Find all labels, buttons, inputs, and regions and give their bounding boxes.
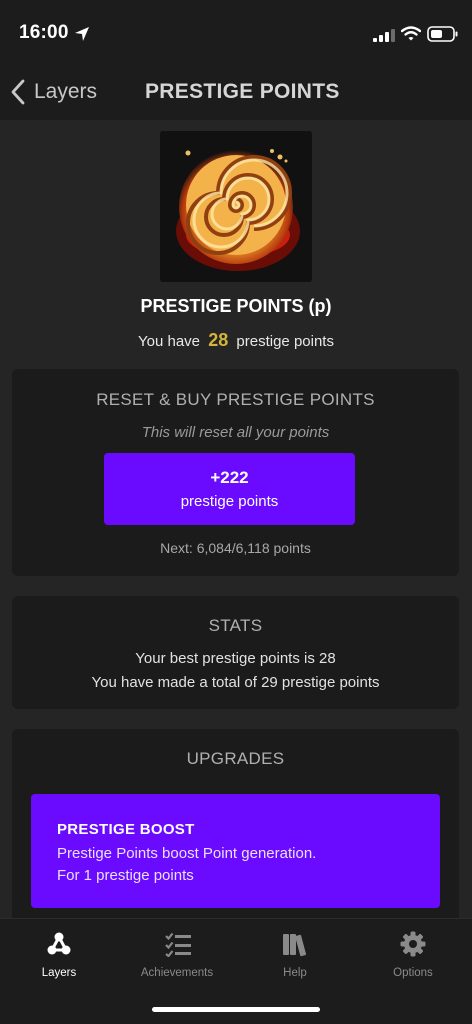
wifi-icon bbox=[401, 26, 421, 41]
layer-name: PRESTIGE POINTS (p) bbox=[140, 296, 332, 316]
points-amount: 28 bbox=[208, 330, 229, 350]
tab-help[interactable]: Help bbox=[236, 919, 354, 989]
nav-bar: Layers PRESTIGE POINTS bbox=[0, 64, 472, 120]
tab-label-layers: Layers bbox=[41, 967, 77, 979]
reset-heading: RESET & BUY PRESTIGE POINTS bbox=[96, 390, 375, 409]
upgrades-card: UPGRADES PRESTIGE BOOST Prestige Points … bbox=[12, 729, 459, 929]
stats-heading: STATS bbox=[208, 616, 263, 635]
tab-layers[interactable]: Layers bbox=[0, 919, 118, 989]
page-title: PRESTIGE POINTS bbox=[145, 80, 340, 103]
chevron-left-icon bbox=[11, 79, 25, 105]
upgrade-title: PRESTIGE BOOST bbox=[57, 821, 195, 838]
tab-options[interactable]: Options bbox=[354, 919, 472, 989]
battery-icon bbox=[427, 26, 458, 42]
reset-gain: +222 bbox=[210, 468, 249, 487]
layer-image bbox=[160, 131, 312, 282]
points-prefix: You have bbox=[138, 333, 201, 350]
stat-best: Your best prestige points is 28 bbox=[135, 650, 336, 667]
upgrade-description: Prestige Points boost Point generation. bbox=[57, 845, 317, 862]
gear-icon bbox=[400, 931, 426, 957]
status-bar: 16:00 bbox=[0, 0, 472, 64]
tab-label-help: Help bbox=[283, 967, 307, 979]
back-label: Layers bbox=[34, 80, 98, 103]
reset-unit: prestige points bbox=[180, 493, 279, 510]
signal-icon bbox=[373, 29, 395, 42]
reset-card: RESET & BUY PRESTIGE POINTS This will re… bbox=[12, 369, 459, 576]
location-arrow-icon bbox=[75, 27, 89, 41]
points-summary: You have 28 prestige points bbox=[0, 330, 472, 351]
layers-icon bbox=[47, 932, 71, 955]
books-icon bbox=[283, 934, 307, 957]
reset-note: This will reset all your points bbox=[141, 424, 330, 441]
tab-achievements[interactable]: Achievements bbox=[118, 919, 236, 989]
reset-buy-button[interactable]: +222 prestige points bbox=[104, 453, 355, 525]
stat-total: You have made a total of 29 prestige poi… bbox=[91, 674, 380, 691]
points-suffix: prestige points bbox=[236, 333, 334, 350]
back-button[interactable]: Layers bbox=[10, 78, 97, 106]
upgrades-heading: UPGRADES bbox=[186, 749, 285, 768]
status-time: 16:00 bbox=[19, 22, 69, 43]
tab-label-achievements: Achievements bbox=[140, 967, 214, 979]
upgrade-prestige-boost[interactable]: PRESTIGE BOOST Prestige Points boost Poi… bbox=[31, 794, 440, 908]
reset-next-requirement: Next: 6,084/6,118 points bbox=[160, 540, 311, 556]
checklist-icon bbox=[165, 932, 191, 957]
stats-card: STATS Your best prestige points is 28 Yo… bbox=[12, 596, 459, 709]
home-indicator bbox=[152, 1007, 320, 1012]
tab-label-options: Options bbox=[393, 967, 433, 979]
upgrade-cost: For 1 prestige points bbox=[57, 867, 194, 884]
